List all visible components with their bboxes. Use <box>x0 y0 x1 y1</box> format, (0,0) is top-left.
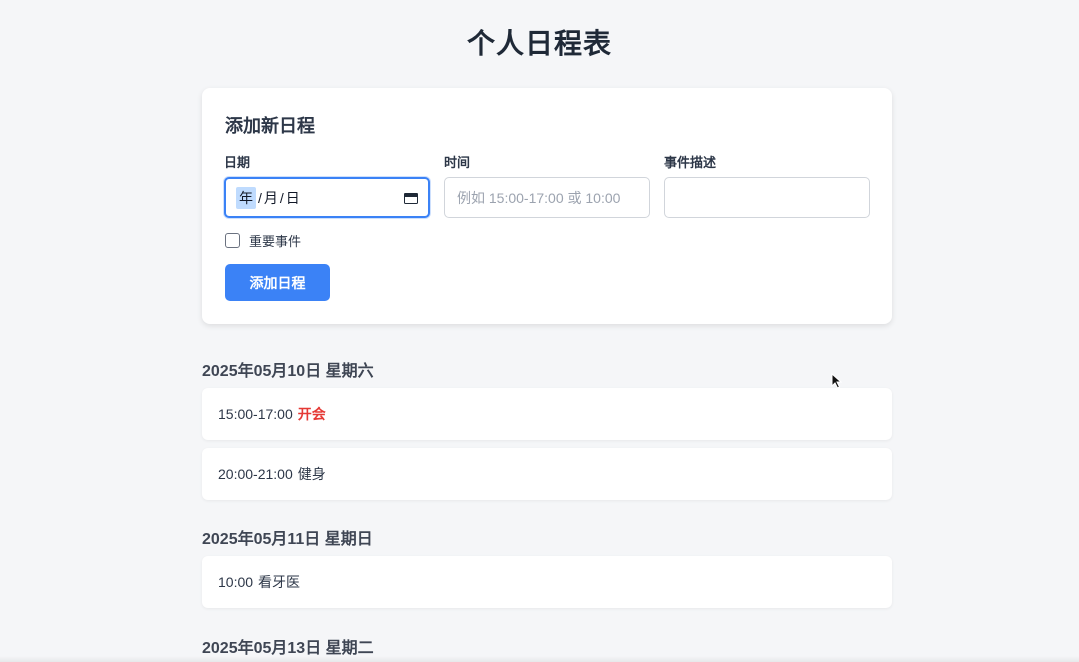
page-title: 个人日程表 <box>466 28 612 59</box>
date-label: 日期 <box>224 155 251 170</box>
time-input[interactable]: 例如 15:00-17:00 或 10:00 <box>444 177 650 218</box>
add-schedule-title: 添加新日程 <box>225 116 315 136</box>
calendar-icon[interactable] <box>404 191 418 204</box>
time-label: 时间 <box>444 155 471 170</box>
event-description: 开会 <box>297 406 326 422</box>
event-time: 15:00-17:00 <box>218 406 293 422</box>
date-day-segment[interactable]: 日 <box>286 188 300 208</box>
important-checkbox-row[interactable]: 重要事件 <box>225 231 301 250</box>
description-input[interactable] <box>664 177 870 218</box>
day-heading: 2025年05月13日 星期二 <box>202 640 374 657</box>
important-checkbox[interactable] <box>225 233 240 248</box>
event-time: 20:00-21:00 <box>218 466 293 482</box>
important-label: 重要事件 <box>249 234 302 249</box>
date-field: 日期 年 / 月 / 日 <box>224 152 430 218</box>
add-schedule-card: 添加新日程 日期 年 / 月 / 日 时间 例如 15:00-17:00 或 1… <box>202 88 892 324</box>
event-item[interactable]: 10:00 看牙医 <box>202 556 892 608</box>
event-item[interactable]: 15:00-17:00 开会 <box>202 388 892 440</box>
date-separator: / <box>279 189 284 206</box>
event-item[interactable]: 20:00-21:00 健身 <box>202 448 892 500</box>
day-heading: 2025年05月10日 星期六 <box>202 363 374 380</box>
time-field: 时间 例如 15:00-17:00 或 10:00 <box>444 152 650 218</box>
date-month-segment[interactable]: 月 <box>264 188 278 208</box>
mouse-cursor-icon <box>831 373 843 389</box>
date-year-segment[interactable]: 年 <box>236 186 256 209</box>
event-time: 10:00 <box>218 574 254 590</box>
day-heading: 2025年05月11日 星期日 <box>202 531 373 548</box>
date-input[interactable]: 年 / 月 / 日 <box>224 177 430 218</box>
event-description: 看牙医 <box>258 574 301 590</box>
schedule-page: 个人日程表 添加新日程 日期 年 / 月 / 日 时间 例如 15:00-17:… <box>0 0 1079 662</box>
add-schedule-button[interactable]: 添加日程 <box>225 264 330 301</box>
description-field: 事件描述 <box>664 152 870 218</box>
bottom-fade <box>0 656 1079 662</box>
event-description: 健身 <box>297 466 326 482</box>
date-separator: / <box>258 189 262 206</box>
description-label: 事件描述 <box>664 155 717 170</box>
